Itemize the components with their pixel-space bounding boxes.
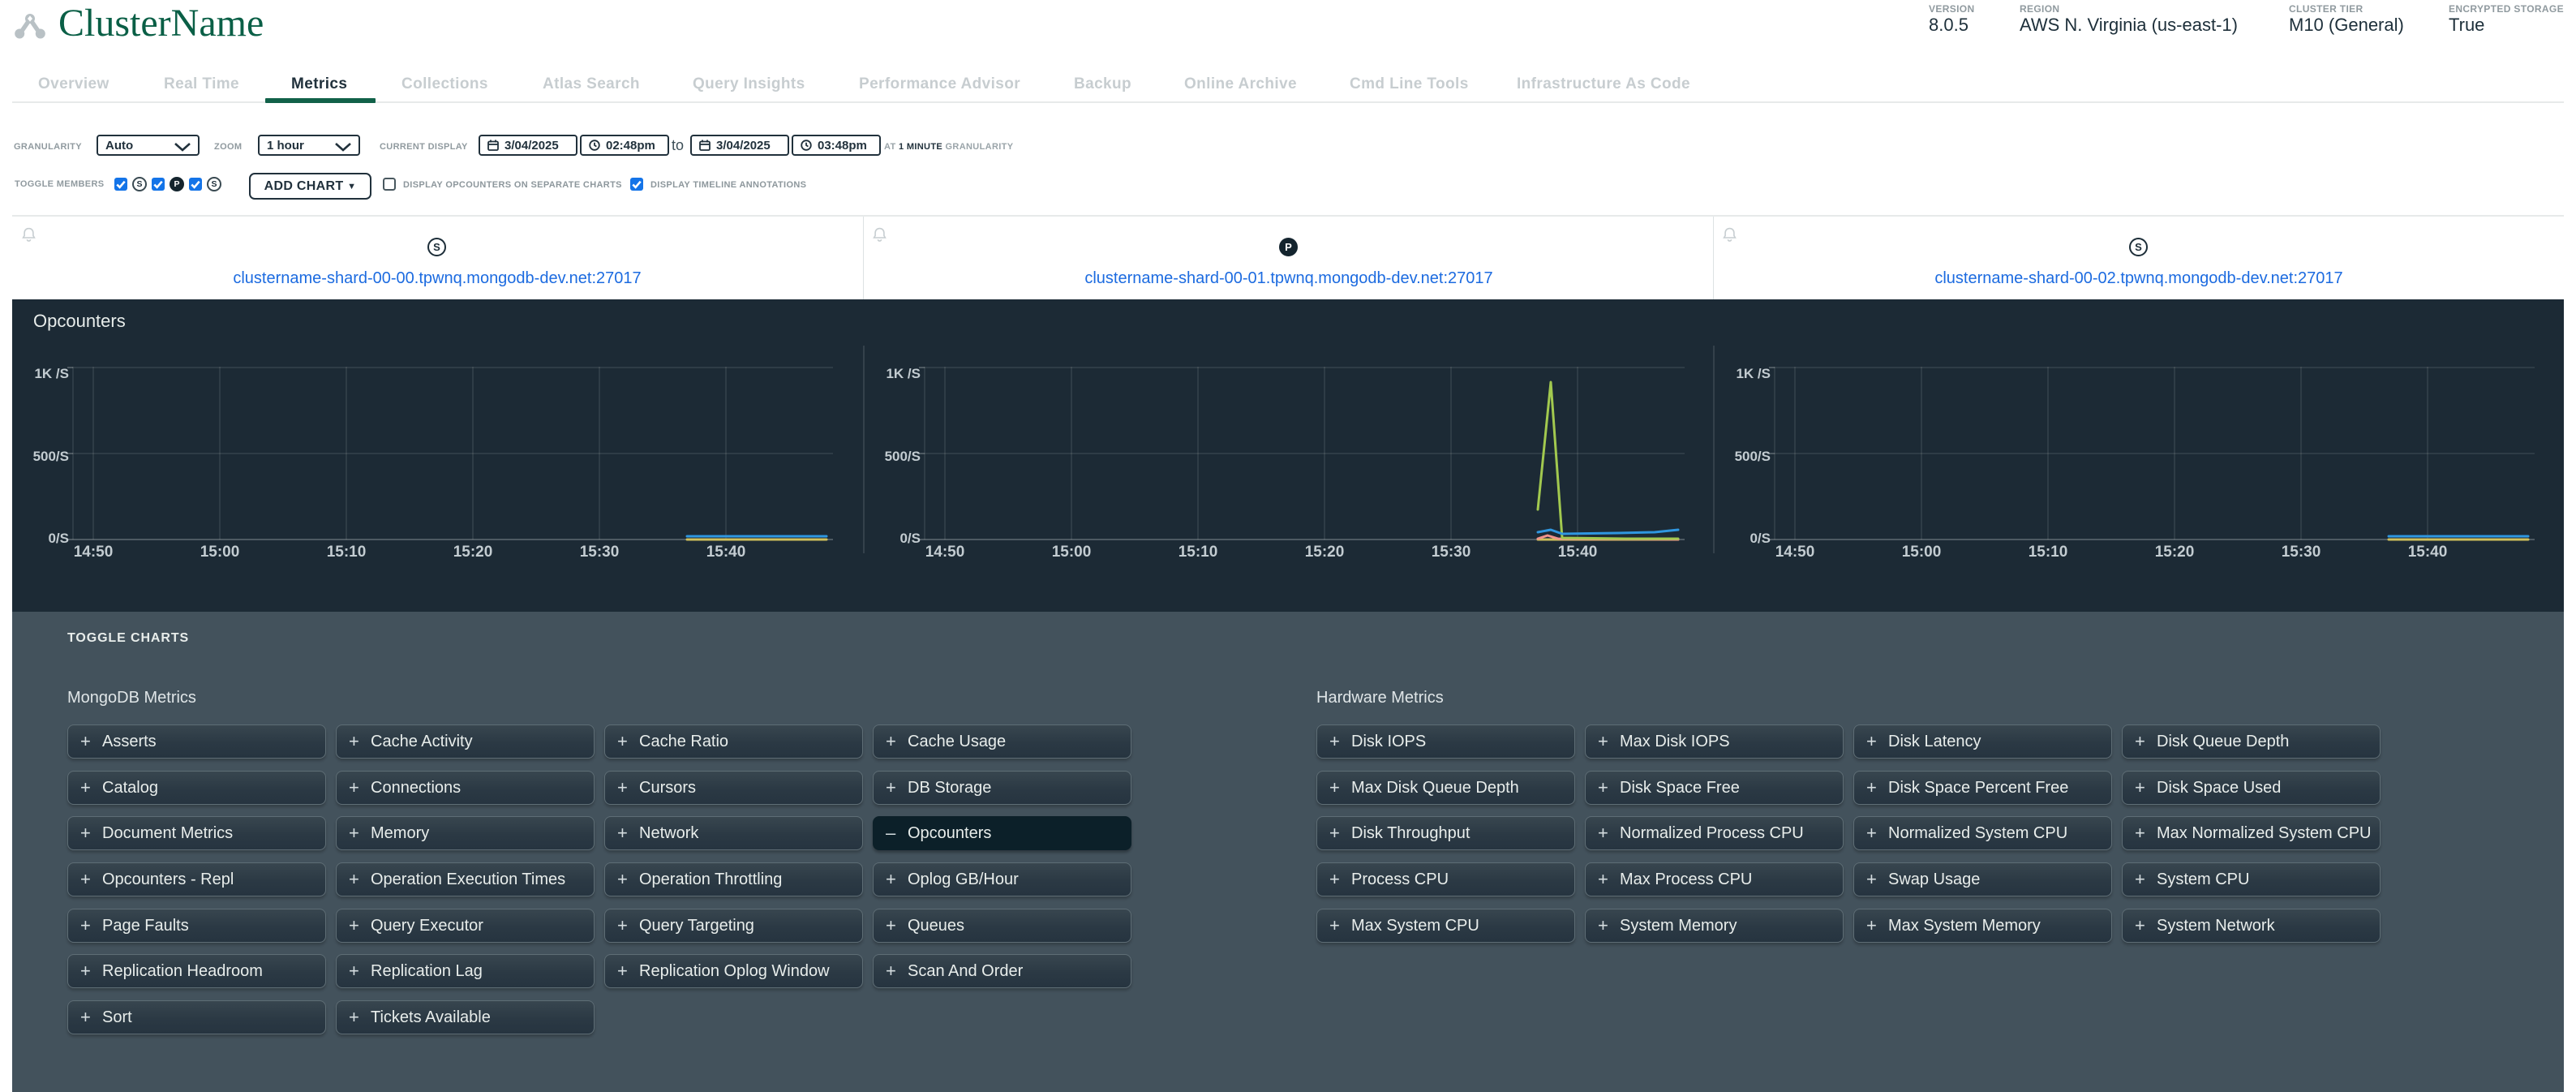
svg-text:15:40: 15:40 <box>2408 544 2448 561</box>
svg-text:15:00: 15:00 <box>200 544 240 561</box>
svg-text:14:50: 14:50 <box>74 544 114 561</box>
svg-text:15:30: 15:30 <box>1432 544 1471 561</box>
svg-text:500/S: 500/S <box>885 449 921 464</box>
svg-text:500/S: 500/S <box>1735 449 1771 464</box>
svg-text:0/S: 0/S <box>48 531 69 546</box>
svg-text:15:30: 15:30 <box>2282 544 2321 561</box>
svg-text:1K /S: 1K /S <box>34 366 69 381</box>
svg-text:15:10: 15:10 <box>327 544 367 561</box>
svg-text:15:30: 15:30 <box>580 544 620 561</box>
svg-text:500/S: 500/S <box>33 449 69 464</box>
svg-text:0/S: 0/S <box>899 531 921 546</box>
svg-text:0/S: 0/S <box>1750 531 1771 546</box>
svg-text:15:00: 15:00 <box>1902 544 1942 561</box>
svg-text:15:40: 15:40 <box>1558 544 1598 561</box>
svg-text:15:10: 15:10 <box>1179 544 1218 561</box>
svg-text:1K /S: 1K /S <box>886 366 921 381</box>
svg-text:15:20: 15:20 <box>1305 544 1345 561</box>
svg-text:14:50: 14:50 <box>925 544 965 561</box>
svg-text:14:50: 14:50 <box>1775 544 1815 561</box>
svg-text:15:00: 15:00 <box>1052 544 1092 561</box>
svg-text:15:20: 15:20 <box>2155 544 2195 561</box>
svg-text:15:20: 15:20 <box>453 544 493 561</box>
svg-text:1K /S: 1K /S <box>1736 366 1771 381</box>
svg-text:15:40: 15:40 <box>706 544 746 561</box>
svg-text:15:10: 15:10 <box>2029 544 2068 561</box>
